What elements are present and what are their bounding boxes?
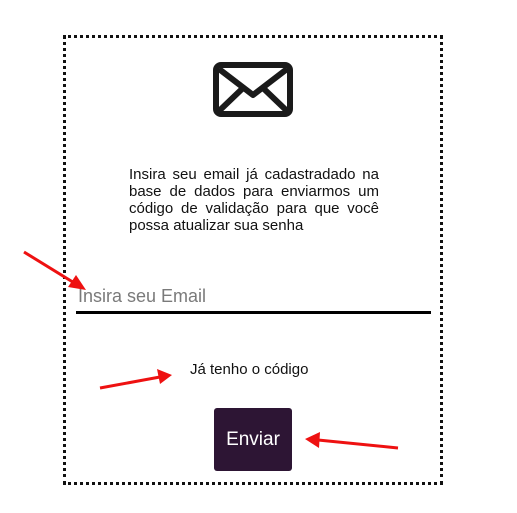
page: Insira seu email já cadastradado na base… [0,0,517,513]
submit-button[interactable]: Enviar [214,408,292,471]
envelope-icon [213,62,293,117]
instruction-text: Insira seu email já cadastradado na base… [129,166,379,234]
reset-password-card: Insira seu email já cadastradado na base… [63,35,443,485]
email-input[interactable] [76,283,431,314]
have-code-link[interactable]: Já tenho o código [190,361,308,378]
